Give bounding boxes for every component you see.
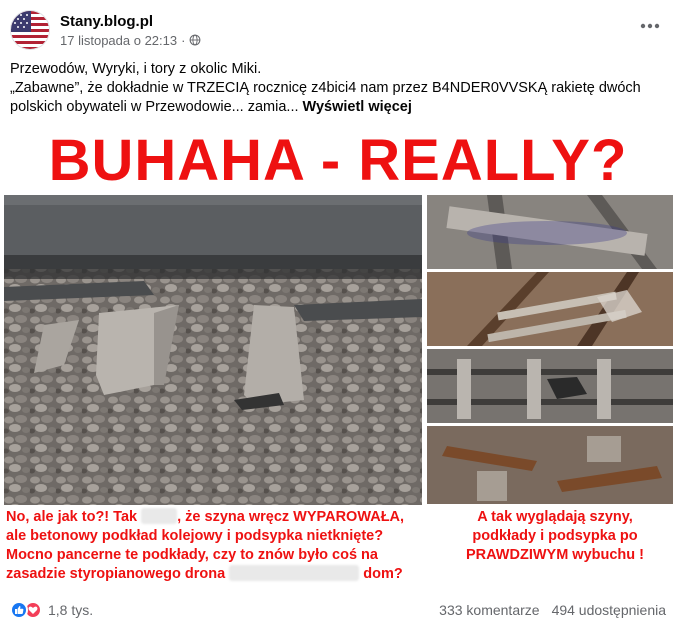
caption-right: A tak wyglądają szyny, podkłady i podsyp…	[440, 508, 670, 565]
caption-left-4a: zasadzie styropianowego drona	[6, 566, 226, 582]
more-options-button[interactable]	[638, 14, 662, 38]
caption-left-line-3: Mocno pancerne te podkłady, czy to znów …	[6, 547, 378, 563]
more-horizontal-icon	[640, 23, 660, 29]
caption-left-line-1: No, ale jak to?! Tak , że szyna wręcz WY…	[6, 508, 426, 527]
caption-left-1a: No, ale jak to?! Tak	[6, 509, 138, 525]
facebook-post: Stany.blog.pl 17 listopada o 22:13 · Prz…	[0, 0, 676, 630]
post-time-row: 17 listopada o 22:13 ·	[60, 32, 201, 49]
photo-real-explosion-2	[427, 272, 673, 346]
us-flag-avatar-icon	[11, 11, 49, 49]
page-name-link[interactable]: Stany.blog.pl	[60, 12, 201, 31]
globe-icon[interactable]	[189, 34, 201, 46]
reaction-icons[interactable]: 1,8 tys.	[10, 601, 93, 619]
reaction-count[interactable]: 1,8 tys.	[48, 602, 93, 618]
see-more-link[interactable]: Wyświetl więcej	[303, 99, 412, 115]
caption-right-line-3: PRAWDZIWYM wybuchu !	[465, 547, 644, 563]
photo-damaged-track	[4, 195, 422, 505]
post-meta: Stany.blog.pl 17 listopada o 22:13 ·	[60, 12, 201, 49]
photo-real-explosion-1	[427, 195, 673, 269]
image-headline: BUHAHA - REALLY?	[48, 130, 628, 193]
page-avatar[interactable]	[10, 10, 50, 50]
post-footer: 1,8 tys. 333 komentarze 494 udostępnieni…	[10, 598, 666, 622]
post-timestamp-link[interactable]: 17 listopada o 22:13	[60, 32, 177, 49]
caption-right-line-2: podkłady i podsypka po	[472, 528, 638, 544]
caption-right-line-1: A tak wyglądają szyny,	[477, 509, 633, 525]
comments-count-link[interactable]: 333 komentarze	[439, 602, 539, 618]
photo-real-explosion-4	[427, 426, 673, 504]
blurred-phrase	[229, 565, 360, 581]
post-text: Przewodów, Wyryki, i tory z okolic Miki.…	[10, 60, 660, 117]
shares-count-link[interactable]: 494 udostępnienia	[552, 602, 666, 618]
post-image[interactable]: BUHAHA - REALLY? No, ale jak to?! Tak , …	[0, 130, 676, 594]
post-header: Stany.blog.pl 17 listopada o 22:13 ·	[10, 8, 201, 52]
post-text-line-1: Przewodów, Wyryki, i tory z okolic Miki.	[10, 61, 262, 77]
caption-left: No, ale jak to?! Tak , że szyna wręcz WY…	[6, 508, 426, 584]
engagement-stats: 333 komentarze 494 udostępnienia	[439, 602, 666, 618]
photo-real-explosion-3	[427, 349, 673, 423]
caption-left-1b: , że szyna wręcz WYPAROWAŁA,	[177, 509, 405, 525]
blurred-word	[141, 508, 178, 524]
caption-left-line-4: zasadzie styropianowego drona dom?	[6, 565, 426, 584]
caption-left-line-2: ale betonowy podkład kolejowy i podsypka…	[6, 528, 384, 544]
post-text-line-2: „Zabawne”, że dokładnie w TRZECIĄ roczni…	[10, 79, 660, 117]
like-icon	[10, 601, 28, 619]
meta-separator: ·	[181, 32, 186, 48]
caption-left-4b: dom?	[363, 566, 403, 582]
